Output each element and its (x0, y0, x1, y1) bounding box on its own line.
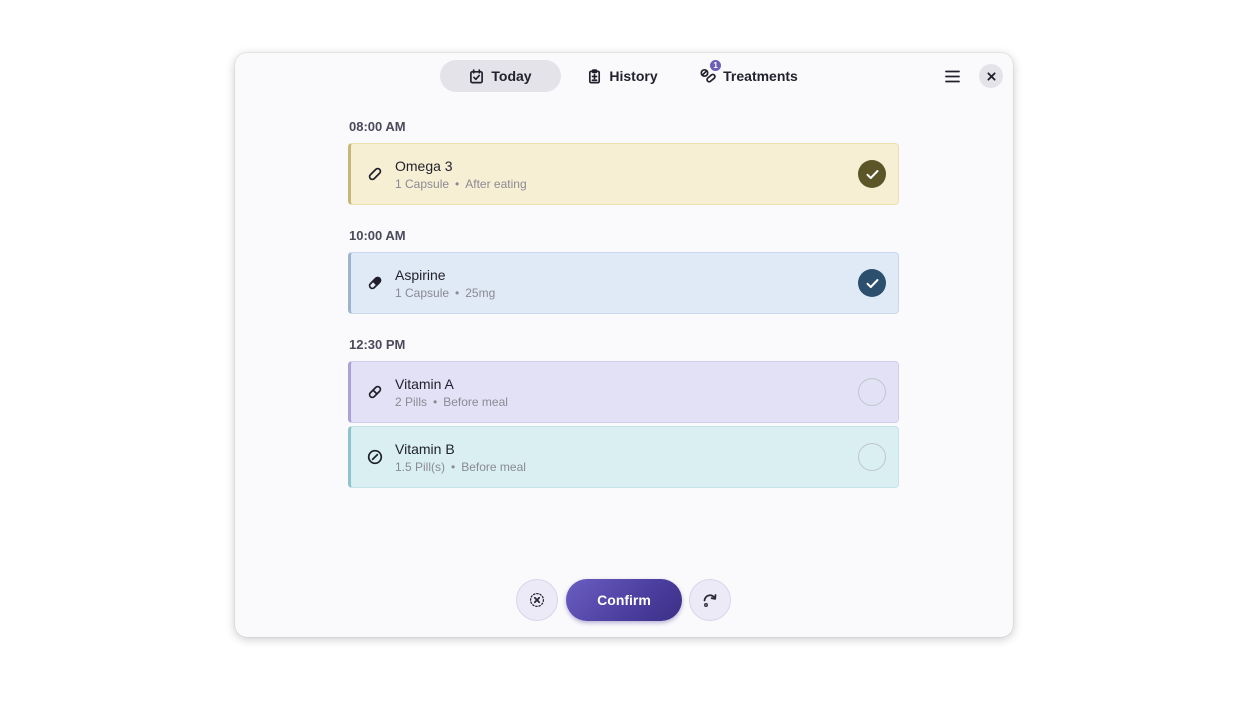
skip-icon (529, 592, 545, 608)
medication-dose: 1 Capsule (395, 177, 450, 191)
header-tabs: Today History 1 Treatments (235, 59, 1013, 92)
medication-dose: 1 Capsule (395, 286, 450, 300)
tab-today[interactable]: Today (440, 60, 561, 92)
taken-checkbox[interactable] (858, 443, 886, 471)
menu-button[interactable] (941, 65, 963, 87)
capsule-half-icon (368, 276, 382, 290)
separator-dot: • (455, 177, 460, 191)
capsule-outline-icon (368, 385, 382, 399)
time-heading: 12:30 PM (349, 337, 406, 352)
medication-card-omega-3[interactable]: Omega 3 1 Capsule • After eating (348, 143, 899, 205)
time-heading: 10:00 AM (349, 228, 406, 243)
medication-name: Omega 3 (395, 158, 453, 174)
medication-name: Vitamin B (395, 441, 455, 457)
medication-details: 1 Capsule • After eating (395, 177, 527, 191)
medication-window: Today History 1 Treatments 08:00 AM Omeg… (235, 53, 1013, 637)
clipboard-icon (589, 68, 601, 83)
medication-card-vitamin-b[interactable]: Vitamin B 1.5 Pill(s) • Before meal (348, 426, 899, 488)
medication-details: 2 Pills • Before meal (395, 395, 508, 409)
capsule-icon (368, 167, 382, 181)
separator-dot: • (433, 395, 438, 409)
medication-name: Aspirine (395, 267, 446, 283)
checkmark-icon (866, 278, 878, 288)
tablet-icon (367, 449, 383, 465)
skip-button[interactable] (516, 579, 558, 621)
medication-note: 25mg (465, 286, 496, 300)
snooze-icon (703, 594, 717, 607)
medication-note: After eating (465, 177, 527, 191)
hamburger-menu-icon (944, 70, 960, 82)
separator-dot: • (451, 460, 456, 474)
time-group: 08:00 AM Omega 3 1 Capsule • After eating (348, 119, 899, 205)
time-group: 12:30 PM Vitamin A 2 Pills • Before meal (348, 337, 899, 488)
tab-history-label: History (609, 68, 658, 84)
taken-checkbox[interactable] (858, 160, 886, 188)
medication-details: 1.5 Pill(s) • Before meal (395, 460, 526, 474)
tab-treatments-label: Treatments (723, 68, 798, 84)
medication-dose: 1.5 Pill(s) (395, 460, 446, 474)
treatments-badge: 1 (709, 59, 723, 72)
close-icon (986, 71, 996, 81)
medication-note: Before meal (443, 395, 508, 409)
snooze-button[interactable] (689, 579, 731, 621)
medication-details: 1 Capsule • 25mg (395, 286, 495, 300)
medication-dose: 2 Pills (395, 395, 428, 409)
checkmark-icon (866, 169, 878, 179)
schedule-list: 08:00 AM Omega 3 1 Capsule • After eating … (348, 119, 899, 511)
medication-card-aspirine[interactable]: Aspirine 1 Capsule • 25mg (348, 252, 899, 314)
taken-checkbox[interactable] (858, 269, 886, 297)
time-group: 10:00 AM Aspirine 1 Capsule • 25mg (348, 228, 899, 314)
tab-treatments[interactable]: 1 Treatments (695, 59, 803, 92)
calendar-check-icon (470, 68, 484, 83)
taken-checkbox[interactable] (858, 378, 886, 406)
medication-name: Vitamin A (395, 376, 454, 392)
close-button[interactable] (979, 64, 1003, 88)
tab-history[interactable]: History (578, 60, 667, 92)
medication-card-vitamin-a[interactable]: Vitamin A 2 Pills • Before meal (348, 361, 899, 423)
separator-dot: • (455, 286, 460, 300)
tab-today-label: Today (491, 68, 532, 84)
time-heading: 08:00 AM (349, 119, 406, 134)
confirm-button[interactable]: Confirm (566, 579, 682, 621)
medication-note: Before meal (461, 460, 526, 474)
